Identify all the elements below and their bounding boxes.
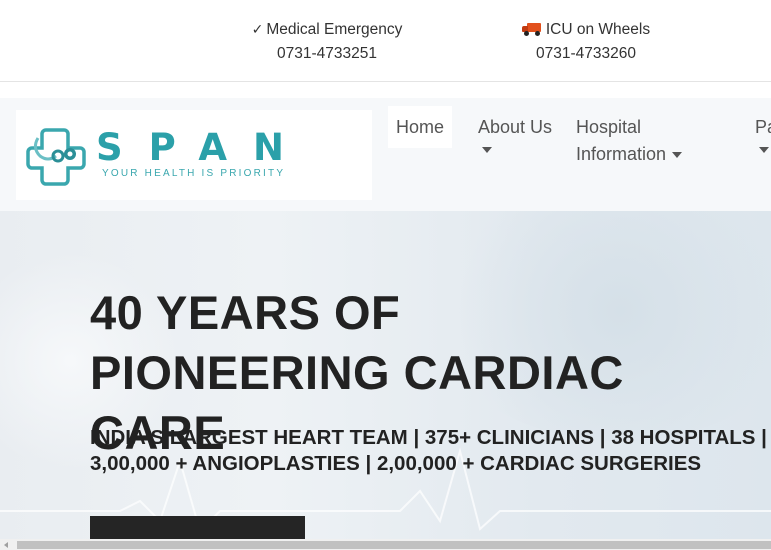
site-header: SPAN YOUR HEALTH IS PRIORITY Home About … xyxy=(0,98,771,211)
hero-title-line1: 40 YEARS OF xyxy=(90,286,401,339)
nav-about-us[interactable]: About Us xyxy=(478,114,552,153)
nav-about-us-label: About Us xyxy=(478,117,553,137)
nav-hospital-information[interactable]: Hospital Information xyxy=(576,114,696,168)
chevron-down-icon xyxy=(672,152,683,159)
hero-banner: 40 YEARS OF PIONEERING CARDIAC CARE INDI… xyxy=(0,211,771,539)
medical-emergency-phone[interactable]: 0731-4733251 xyxy=(238,42,416,66)
hero-subtitle: INDIA’S LARGEST HEART TEAM | 375+ CLINIC… xyxy=(90,425,767,477)
nav-partial-label: Pa xyxy=(755,117,771,137)
icu-on-wheels-contact[interactable]: ICU on Wheels 0731-4733260 xyxy=(505,18,667,66)
check-icon: ✓ xyxy=(251,22,264,38)
hero-cta-button[interactable] xyxy=(90,516,305,539)
medical-cross-stethoscope-icon xyxy=(26,128,86,186)
icu-on-wheels-phone[interactable]: 0731-4733260 xyxy=(505,42,667,66)
icu-on-wheels-label: ICU on Wheels xyxy=(545,21,651,38)
nav-partial-item[interactable]: Pa xyxy=(755,114,771,153)
nav-home[interactable]: Home xyxy=(388,106,452,148)
horizontal-scrollbar[interactable] xyxy=(0,539,771,550)
hero-subtitle-line1: INDIA’S LARGEST HEART TEAM | 375+ CLINIC… xyxy=(90,426,767,449)
logo-wordmark: SPAN xyxy=(96,126,310,169)
medical-emergency-contact[interactable]: ✓ Medical Emergency 0731-4733251 xyxy=(238,18,416,66)
nav-hospital-label-line2: Information xyxy=(576,144,667,164)
ambulance-truck-icon xyxy=(521,23,541,36)
chevron-down-icon xyxy=(759,147,769,153)
logo-tagline: YOUR HEALTH IS PRIORITY xyxy=(102,168,286,179)
chevron-down-icon xyxy=(482,147,492,153)
nav-hospital-label-line1: Hospital xyxy=(576,117,642,137)
hero-subtitle-line2: 3,00,000 + ANGIOPLASTIES | 2,00,000 + CA… xyxy=(90,452,702,475)
medical-emergency-label: Medical Emergency xyxy=(266,21,403,38)
scroll-left-arrow-icon[interactable] xyxy=(4,542,8,548)
scrollbar-thumb[interactable] xyxy=(17,541,771,549)
top-contact-bar: ✓ Medical Emergency 0731-4733251 ICU on W… xyxy=(0,0,771,82)
span-logo[interactable]: SPAN YOUR HEALTH IS PRIORITY xyxy=(16,110,372,200)
